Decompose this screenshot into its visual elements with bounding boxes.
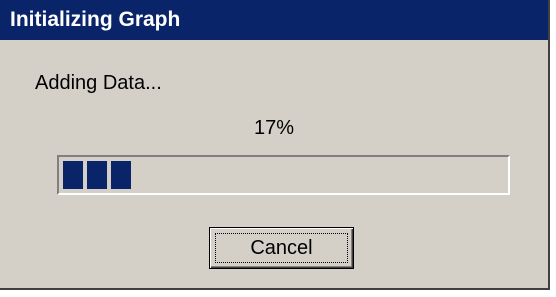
progress-percent-label: 17%: [253, 117, 295, 139]
status-message: Adding Data...: [35, 72, 162, 94]
cancel-button-label: Cancel: [215, 233, 348, 263]
cancel-button[interactable]: Cancel: [209, 227, 354, 269]
progress-block: [87, 161, 107, 189]
progress-bar: [57, 155, 510, 195]
progress-block: [111, 161, 131, 189]
progress-dialog: Initializing Graph Adding Data... 17% Ca…: [0, 0, 550, 290]
window-title: Initializing Graph: [10, 8, 181, 31]
progress-fill: [63, 161, 504, 189]
title-bar[interactable]: Initializing Graph: [0, 0, 548, 40]
progress-block: [63, 161, 83, 189]
